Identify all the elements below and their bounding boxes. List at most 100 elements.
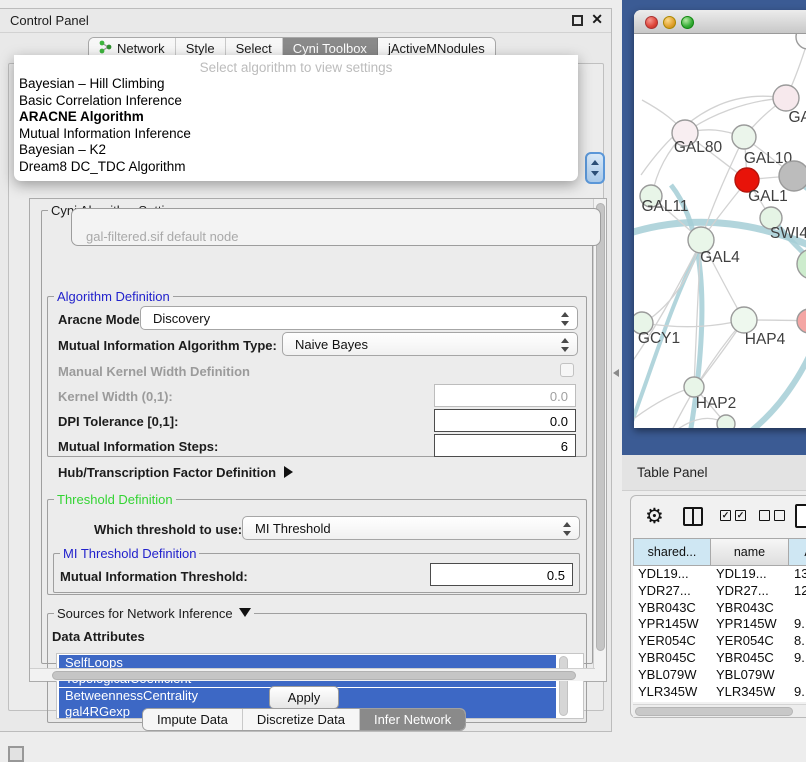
network-node-hap2[interactable] bbox=[684, 377, 704, 397]
table-row[interactable]: YBL079WYBL079W bbox=[633, 667, 806, 684]
mac-minimize-icon[interactable] bbox=[663, 16, 676, 29]
checked-checkbox-icon[interactable]: ✓ bbox=[735, 510, 746, 521]
tab-label: jActiveMNodules bbox=[388, 41, 485, 56]
network-node-y[interactable] bbox=[797, 309, 806, 333]
algorithm-option[interactable]: Bayesian – Hill Climbing bbox=[14, 76, 578, 93]
gear-icon[interactable]: ⚙ bbox=[645, 504, 664, 529]
node-label: GAL4 bbox=[700, 249, 740, 266]
hub-section-toggle[interactable]: Hub/Transcription Factor Definition bbox=[58, 465, 293, 480]
node-label: GAL1 bbox=[748, 188, 788, 205]
algorithm-option[interactable]: Basic Correlation Inference bbox=[14, 93, 578, 110]
node-label: SWI4 bbox=[770, 225, 806, 242]
mac-close-icon[interactable] bbox=[645, 16, 658, 29]
settings-vertical-scrollbar[interactable] bbox=[593, 199, 606, 681]
algorithm-option[interactable]: Bayesian – K2 bbox=[14, 142, 578, 159]
network-node[interactable] bbox=[717, 415, 735, 428]
column-header-name[interactable]: name bbox=[711, 538, 789, 566]
scrollbar-thumb[interactable] bbox=[52, 671, 576, 680]
divider bbox=[692, 509, 694, 524]
table-cell: 9. bbox=[789, 616, 806, 633]
which-threshold-label: Which threshold to use: bbox=[94, 522, 242, 537]
node-label: GAL80 bbox=[674, 139, 723, 156]
aracne-mode-value: Discovery bbox=[153, 311, 210, 326]
network-node-gal[interactable] bbox=[773, 85, 799, 111]
mi-type-select[interactable]: Naive Bayes bbox=[282, 332, 578, 356]
network-node-hap4[interactable] bbox=[731, 307, 757, 333]
table-cell: YBL079W bbox=[633, 667, 711, 684]
table-cell: YBR043C bbox=[711, 600, 789, 617]
checked-checkbox-icon[interactable]: ✓ bbox=[720, 510, 731, 521]
table-panel: ⚙ ✓ ✓ shared...nameA YDL19...YDL19...13Y… bbox=[630, 495, 806, 718]
table-cell: YPR145W bbox=[633, 616, 711, 633]
scrollbar-thumb[interactable] bbox=[559, 656, 568, 716]
table-row[interactable]: YIL052CYIL052C9 bbox=[633, 700, 806, 702]
hidden-combo-stepper[interactable] bbox=[585, 152, 605, 184]
table-panel-title: Table Panel bbox=[637, 465, 708, 480]
kernel-width-input[interactable]: 0.0 bbox=[434, 384, 576, 407]
mi-type-label: Mutual Information Algorithm Type: bbox=[58, 338, 277, 353]
network-node[interactable] bbox=[797, 249, 806, 279]
split-pane-collapse-icon[interactable] bbox=[613, 369, 619, 377]
table-cell: YBR045C bbox=[633, 650, 711, 667]
algorithm-option[interactable]: Mutual Information Inference bbox=[14, 126, 578, 143]
table-row[interactable]: YPR145WYPR145W9. bbox=[633, 616, 806, 633]
table-toolbar: ⚙ ✓ ✓ bbox=[631, 496, 806, 538]
network-window-titlebar[interactable] bbox=[634, 10, 806, 34]
table-body: YDL19...YDL19...13YDR27...YDR27...12YBR0… bbox=[633, 566, 806, 702]
apply-button[interactable]: Apply bbox=[269, 686, 339, 709]
unchecked-checkbox-icon[interactable] bbox=[774, 510, 785, 521]
docked-panel-icon[interactable] bbox=[8, 746, 24, 762]
table-horizontal-scrollbar[interactable] bbox=[633, 704, 806, 717]
node-label: GAL bbox=[788, 109, 806, 126]
table-row[interactable]: YLR345WYLR345W9. bbox=[633, 684, 806, 701]
aracne-mode-select[interactable]: Discovery bbox=[140, 306, 578, 330]
table-row[interactable]: YDR27...YDR27...12 bbox=[633, 583, 806, 600]
network-node[interactable] bbox=[779, 161, 806, 191]
float-window-icon[interactable] bbox=[572, 15, 583, 26]
attr-list-scrollbar[interactable] bbox=[559, 656, 570, 717]
collapsed-arrow-icon bbox=[284, 466, 293, 478]
column-header-A[interactable]: A bbox=[789, 538, 806, 566]
tab-discretize-data[interactable]: Discretize Data bbox=[243, 709, 360, 730]
table-cell: YDR27... bbox=[633, 583, 711, 600]
hub-section-label: Hub/Transcription Factor Definition bbox=[58, 465, 276, 480]
sources-group-toggle[interactable]: Sources for Network Inference bbox=[54, 606, 254, 621]
table-row[interactable]: YDL19...YDL19...13 bbox=[633, 566, 806, 583]
kernel-width-label: Kernel Width (0,1): bbox=[58, 389, 173, 404]
manual-kernel-checkbox[interactable] bbox=[560, 363, 574, 377]
table-row[interactable]: YER054CYER054C8. bbox=[633, 633, 806, 650]
algorithm-option[interactable]: ARACNE Algorithm bbox=[14, 109, 578, 126]
close-icon[interactable]: ✕ bbox=[591, 11, 603, 28]
network-edge[interactable] bbox=[644, 320, 744, 327]
table-row[interactable]: YBR043CYBR043C bbox=[633, 600, 806, 617]
document-icon[interactable] bbox=[795, 504, 806, 528]
network-node-gal10[interactable] bbox=[732, 125, 756, 149]
scrollbar-thumb[interactable] bbox=[596, 203, 605, 651]
table-cell bbox=[789, 600, 806, 617]
scrollbar-thumb[interactable] bbox=[635, 707, 793, 716]
mi-steps-input[interactable]: 6 bbox=[434, 434, 576, 457]
bottom-tab-bar: Impute DataDiscretize DataInfer Network bbox=[142, 708, 466, 731]
dpi-tolerance-input[interactable]: 0.0 bbox=[434, 409, 576, 432]
mi-threshold-input[interactable]: 0.5 bbox=[430, 563, 573, 586]
table-cell: YLR345W bbox=[633, 684, 711, 701]
node-attribute-table[interactable]: shared...nameA YDL19...YDL19...13YDR27..… bbox=[633, 538, 806, 702]
table-cell: YBR043C bbox=[633, 600, 711, 617]
tab-impute-data[interactable]: Impute Data bbox=[143, 709, 243, 730]
network-canvas[interactable]: GALGAL80GAL10GAL1SWI4GAL11GAL4GCY1HAP4YH… bbox=[634, 34, 806, 428]
stepper-up-icon bbox=[591, 160, 599, 165]
mac-zoom-icon[interactable] bbox=[681, 16, 694, 29]
table-cell: YIL052C bbox=[711, 700, 789, 702]
network-select-combo[interactable]: gal-filtered.sif default node bbox=[71, 208, 601, 246]
which-threshold-select[interactable]: MI Threshold bbox=[242, 516, 580, 540]
tab-infer-network[interactable]: Infer Network bbox=[360, 709, 465, 730]
node-label: HAP4 bbox=[745, 331, 786, 348]
unchecked-checkbox-icon[interactable] bbox=[759, 510, 770, 521]
columns-icon[interactable] bbox=[683, 507, 703, 526]
settings-horizontal-scrollbar[interactable] bbox=[30, 668, 595, 681]
network-node[interactable] bbox=[796, 34, 806, 49]
algorithm-option[interactable]: Dream8 DC_TDC Algorithm bbox=[14, 159, 578, 176]
table-row[interactable]: YBR045CYBR045C9. bbox=[633, 650, 806, 667]
column-header-shared...[interactable]: shared... bbox=[633, 538, 711, 566]
mi-type-value: Naive Bayes bbox=[295, 337, 368, 352]
